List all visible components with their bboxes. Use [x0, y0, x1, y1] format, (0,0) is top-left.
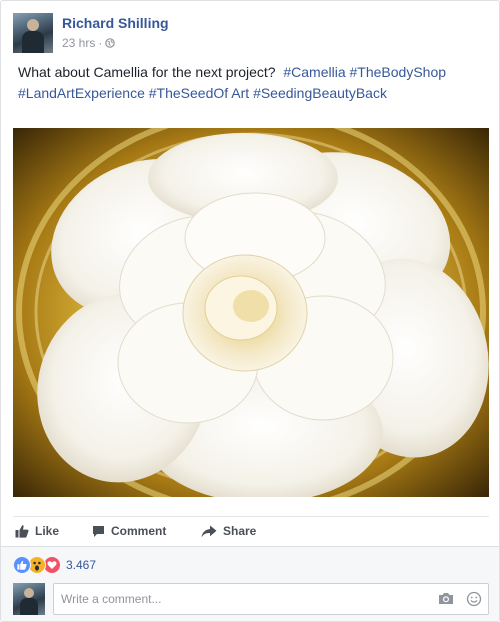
like-label: Like	[35, 524, 60, 538]
post-timestamp[interactable]: 23 hrs	[62, 36, 95, 50]
comment-label: Comment	[111, 524, 167, 538]
hashtag-link[interactable]: #Camellia	[283, 64, 345, 80]
comment-button[interactable]: Comment	[92, 521, 166, 541]
post-photo[interactable]	[13, 128, 489, 497]
like-button[interactable]: Like	[15, 521, 59, 541]
comment-field[interactable]	[53, 583, 489, 615]
share-button[interactable]: Share	[201, 521, 256, 541]
like-reaction-icon	[13, 556, 31, 574]
post-message-line-1: What about Camellia for the next project…	[18, 62, 486, 83]
thumbs-up-icon	[15, 524, 29, 538]
post-message: What about Camellia for the next project…	[18, 62, 486, 104]
globe-icon[interactable]	[105, 38, 116, 48]
emoji-icon[interactable]	[466, 591, 482, 612]
reactions-summary[interactable]: 3.467	[13, 556, 96, 574]
hashtag-link[interactable]: #LandArtExperience	[18, 85, 145, 101]
comment-input[interactable]	[61, 589, 421, 609]
post-meta: 23 hrs ·	[62, 36, 116, 50]
hashtag-link[interactable]: #SeedingBeautyBack	[253, 85, 387, 101]
comment-composer	[13, 583, 489, 615]
reaction-count[interactable]: 3.467	[66, 558, 96, 572]
author-name[interactable]: Richard Shilling	[62, 15, 169, 31]
commenter-avatar	[13, 583, 45, 615]
hashtag-link[interactable]: #TheBodyShop	[350, 64, 447, 80]
post-message-line-2: #LandArtExperience #TheSeedOf Art #Seedi…	[18, 83, 486, 104]
share-label: Share	[223, 524, 257, 538]
hashtag-link[interactable]: #TheSeedOf Art	[149, 85, 249, 101]
author-avatar[interactable]	[13, 13, 53, 53]
meta-separator: ·	[98, 36, 103, 50]
camera-icon[interactable]	[438, 592, 454, 610]
actions-divider	[13, 516, 489, 517]
post-footer: 3.467	[1, 546, 499, 621]
post-text: What about Camellia for the next project…	[18, 64, 276, 80]
comment-icon	[92, 525, 105, 538]
post-card: Richard Shilling 23 hrs · What about Cam…	[0, 0, 500, 622]
share-icon	[201, 525, 217, 538]
post-header: Richard Shilling 23 hrs ·	[13, 13, 487, 53]
